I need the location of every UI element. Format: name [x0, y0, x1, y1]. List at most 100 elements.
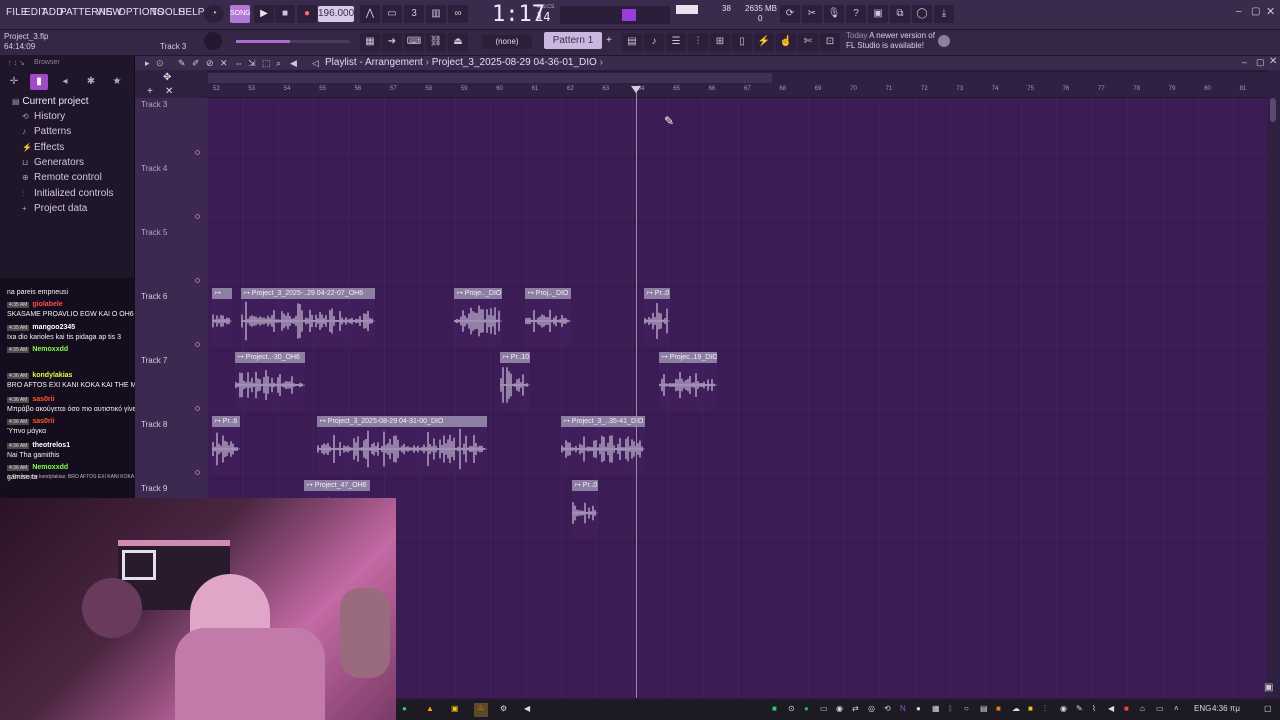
tray-audio-icon[interactable]: ◉ [1060, 704, 1067, 713]
tempo-display[interactable]: 196.000 [318, 6, 354, 22]
song-mode-button[interactable]: SONG [230, 5, 251, 23]
track-mute-indicator[interactable] [195, 406, 200, 411]
refresh-icon[interactable]: ⟳ [780, 5, 800, 23]
chat-username[interactable]: sas0rii [32, 396, 54, 403]
clip-label[interactable]: ↦ Project_3_..35-41_DIO [561, 416, 645, 427]
link-icon[interactable]: ⛓ [426, 33, 446, 51]
app-vlc-icon[interactable]: ▲ [426, 704, 434, 713]
playlist-maximize-icon[interactable]: ▢ [1256, 57, 1265, 68]
scissors-icon[interactable]: ✄ [798, 33, 818, 51]
playlist-menu-icon[interactable]: ▸ [145, 58, 150, 69]
browser-view-icon[interactable]: ⊞ [710, 33, 730, 51]
snap-select[interactable]: (none) [482, 35, 532, 49]
chat-username[interactable]: theotrelos1 [32, 442, 70, 449]
playhead-marker[interactable] [631, 86, 641, 93]
tray-spotify-icon[interactable]: ● [804, 704, 809, 713]
app-fl-icon[interactable]: ♨ [474, 703, 488, 717]
tray-red-icon[interactable]: ■ [1124, 704, 1129, 713]
download-icon[interactable]: ⤓ [934, 5, 954, 23]
audio-clip[interactable]: ↦ Project_3_..35-41_DIO [561, 416, 645, 476]
vertical-scrollbar[interactable] [1267, 70, 1280, 698]
clip-label[interactable]: ↦ Proje.._DIO [454, 288, 502, 299]
chat-username[interactable]: Nemoxxdd [32, 464, 68, 471]
shop-icon[interactable]: ⊡ [820, 33, 840, 51]
tray-screen-icon[interactable]: ▭ [1156, 704, 1164, 713]
app-green-icon[interactable]: ● [402, 704, 407, 713]
audio-clip[interactable]: ↦ Projec..19_DIO [659, 352, 717, 412]
timeline-ruler[interactable]: 52 53 54 55 56 57 58 59 60 61 62 63 64 65 66 67 68 69 70 71… [207, 84, 1267, 98]
help-icon[interactable]: ? [846, 5, 866, 23]
browser-speaker-tab[interactable]: ◂ [56, 74, 74, 90]
tray-sync-icon[interactable]: ⟲ [884, 704, 891, 713]
tray-lang[interactable]: ENG [1194, 704, 1211, 713]
touch-icon[interactable]: ☝ [776, 33, 796, 51]
tree-item-generators[interactable]: ⊔ Generators [22, 157, 84, 168]
tree-item-project-data[interactable]: + Project data [22, 203, 87, 214]
chat-username[interactable]: sas0rii [32, 418, 54, 425]
stop-button[interactable]: ■ [275, 5, 295, 23]
scroll-thumb[interactable] [1270, 98, 1276, 122]
cut-icon[interactable]: ✂ [802, 5, 822, 23]
news-settings-icon[interactable] [938, 35, 950, 47]
tray-wifi-icon[interactable]: ⌇ [1092, 704, 1096, 713]
track-name[interactable]: Track 6 [141, 292, 167, 301]
play-button[interactable]: ▶ [254, 5, 274, 23]
file-icon[interactable]: ▯ [732, 33, 752, 51]
track-mute-indicator[interactable] [195, 342, 200, 347]
audio-clip[interactable]: ↦ Project_3_2025-..29 04-22-07_OH6 [241, 288, 375, 348]
playlist-close-icon[interactable]: ✕ [1269, 56, 1277, 67]
typing-keyboard-icon[interactable]: ⌨ [404, 33, 424, 51]
tray-n-icon[interactable]: N [900, 704, 906, 713]
tray-yellow-icon[interactable]: ■ [1028, 704, 1033, 713]
track-mute-indicator[interactable] [195, 150, 200, 155]
slip-tool-icon[interactable]: ⇔ [234, 58, 243, 68]
track-name[interactable]: Track 5 [141, 228, 167, 237]
clip-label[interactable]: ↦ Pr..0 [644, 288, 670, 299]
audio-clip[interactable]: ↦ Pr..0 [572, 480, 598, 540]
move-icon[interactable]: ✥ [163, 72, 171, 83]
playlist-icon[interactable]: ▤ [622, 33, 642, 51]
tree-item-patterns[interactable]: ♪ Patterns [22, 126, 71, 137]
master-pitch-slider[interactable] [236, 40, 350, 43]
save-icon[interactable]: ▣ [868, 5, 888, 23]
overview-window[interactable] [208, 73, 772, 83]
select-tool-icon[interactable]: ⬚ [262, 58, 271, 69]
mute-tool-icon[interactable]: ✕ [220, 58, 228, 69]
clip-label[interactable]: ↦ Pr..10 [500, 352, 530, 363]
app-audio-icon[interactable]: ◀ [524, 704, 530, 713]
track-name[interactable]: Track 8 [141, 420, 167, 429]
countdown-icon[interactable]: 3 [404, 5, 424, 23]
remove-track-icon[interactable]: ✕ [165, 86, 173, 97]
tree-item-effects[interactable]: ⚡ Effects [22, 142, 64, 153]
record-button[interactable]: ● [297, 5, 317, 23]
audio-clip[interactable]: ↦ Proje.._DIO [454, 288, 502, 348]
metronome-icon[interactable]: ⋀ [360, 5, 380, 23]
audio-clip[interactable]: ↦ Project..-30_OH6 [235, 352, 305, 412]
playback-tool-icon[interactable]: ◀ [290, 58, 297, 69]
chat-username[interactable]: giolabele [32, 301, 62, 308]
mixer-icon[interactable]: ⧉ [890, 5, 910, 23]
maximize-icon[interactable]: ▢ [1251, 6, 1260, 17]
audio-clip[interactable]: ↦ Pr..6 [212, 416, 240, 476]
audio-clip[interactable]: ↦ Pr..0 [644, 288, 670, 348]
pattern-select[interactable]: Pattern 1 [544, 32, 602, 49]
tray-app-icon[interactable]: ◉ [836, 704, 843, 713]
track-name[interactable]: Track 7 [141, 356, 167, 365]
tray-app2-icon[interactable]: ▦ [932, 704, 940, 713]
plugin-icon[interactable]: ⚡ [754, 33, 774, 51]
tray-cloud-icon[interactable]: ☁ [1012, 704, 1020, 713]
app-folder-icon[interactable]: ▣ [451, 704, 459, 713]
browser-files-tab[interactable]: ▮ [30, 74, 48, 90]
audio-clip[interactable]: ↦ Proj.._DIO [525, 288, 571, 348]
notification-icon[interactable]: ▣ [1264, 682, 1273, 693]
news-panel[interactable]: Today A newer version of FL Studio is av… [846, 31, 935, 51]
zoom-tool-icon[interactable]: ⌕ [276, 58, 281, 69]
audio-clip[interactable]: ↦ Project_3_2025-08-29 04-31-00_DIO [317, 416, 487, 476]
paint-tool-icon[interactable]: ✐ [192, 58, 200, 69]
clip-label[interactable]: ↦ Projec..19_DIO [659, 352, 717, 363]
playhead[interactable] [636, 86, 637, 698]
playlist-minimize-icon[interactable]: – [1242, 57, 1247, 67]
tempo-tap-icon[interactable]: ◔ [204, 5, 224, 23]
clip-label[interactable]: ↦ Project_3_2025-08-29 04-31-00_DIO [317, 416, 487, 427]
clip-label[interactable]: ↦ Project_47_OH6 [304, 480, 370, 491]
